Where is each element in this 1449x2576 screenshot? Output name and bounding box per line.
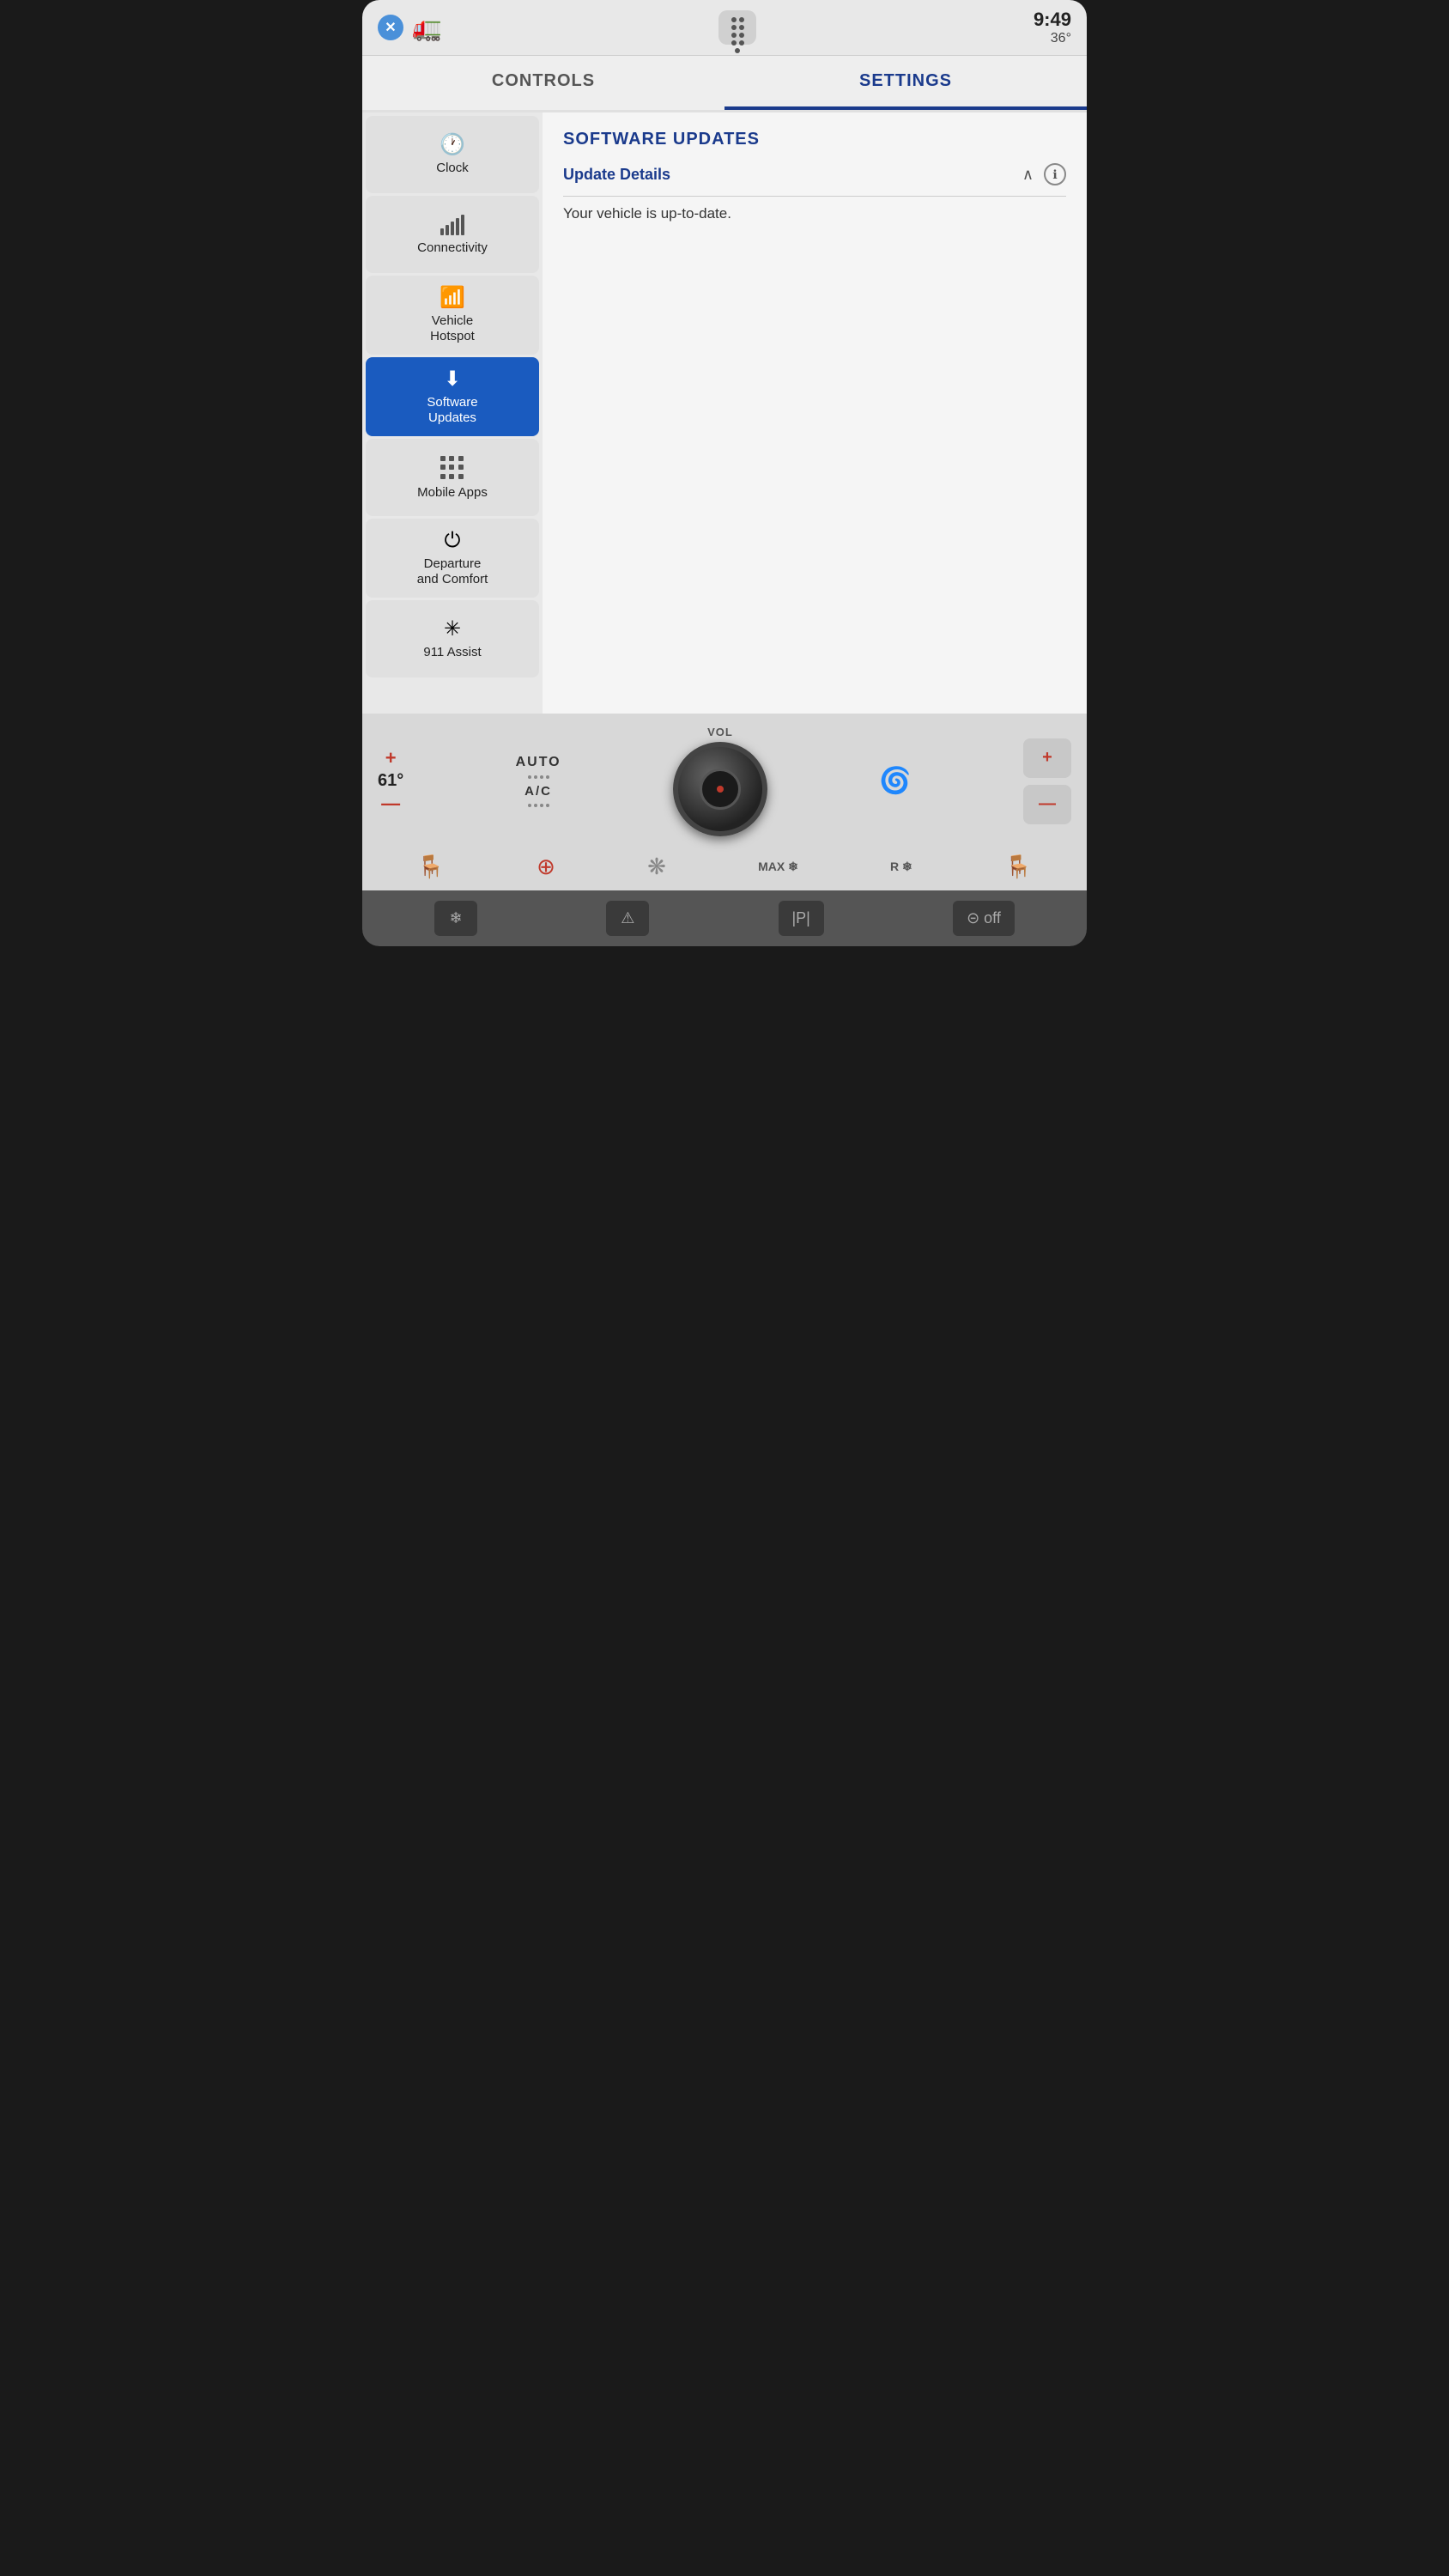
- hw-off-button[interactable]: ⊝ off: [953, 901, 1015, 936]
- dot: [739, 33, 744, 38]
- sidebar-item-label: SoftwareUpdates: [427, 395, 477, 426]
- main-content: 🕐 Clock Connectivity 📶: [362, 112, 1087, 714]
- chevron-up-icon[interactable]: ∧: [1022, 166, 1034, 184]
- content-area: SOFTWARE UPDATES Update Details ∧ ℹ Your…: [543, 112, 1087, 714]
- sidebar-item-label: 911 Assist: [423, 645, 481, 660]
- top-bar-center: [718, 10, 756, 45]
- signal-icon: [440, 215, 464, 235]
- volume-knob[interactable]: [673, 742, 767, 836]
- dot: [739, 25, 744, 30]
- sidebar-item-label: VehicleHotspot: [430, 313, 475, 344]
- auto-label: AUTO: [516, 755, 561, 770]
- dot: [735, 48, 740, 53]
- grid-icon: [440, 456, 464, 480]
- fan-icon[interactable]: ❋: [647, 854, 666, 880]
- update-details-label[interactable]: Update Details: [563, 166, 670, 184]
- right-temp-minus[interactable]: —: [1023, 785, 1071, 824]
- sidebar-item-label: Connectivity: [417, 240, 488, 256]
- dot: [731, 17, 737, 22]
- wifi-icon: 📶: [440, 288, 465, 308]
- volume-knob-inner: [700, 769, 741, 810]
- max-defrost-label[interactable]: MAX ❄: [758, 860, 798, 874]
- sidebar-item-911-assist[interactable]: ✳ 911 Assist: [366, 600, 539, 677]
- tab-settings[interactable]: SETTINGS: [724, 56, 1087, 110]
- hw-defrost-button[interactable]: ❄: [434, 901, 477, 936]
- ac-label: A/C: [524, 784, 552, 799]
- sidebar-item-departure-comfort[interactable]: ⏻ Departureand Comfort: [366, 519, 539, 598]
- sidebar-item-connectivity[interactable]: Connectivity: [366, 196, 539, 273]
- volume-knob-wrap: VOL: [673, 726, 767, 836]
- power-indicator: [717, 786, 724, 793]
- main-screen: ✕ 🚛 9:49 36° CONTROLS SETTINGS: [362, 0, 1087, 946]
- sidebar-item-mobile-apps[interactable]: Mobile Apps: [366, 439, 539, 516]
- snowflake-icon: ✳: [444, 619, 461, 640]
- bottom-controls: + 61° — AUTO A/C VOL 🌀 + —: [362, 714, 1087, 845]
- dot: [739, 17, 744, 22]
- hardware-buttons: ❄ ⚠ |P| ⊝ off: [362, 890, 1087, 946]
- info-button[interactable]: ℹ: [1044, 163, 1066, 185]
- update-status-message: Your vehicle is up-to-date.: [563, 205, 1066, 222]
- right-temp-buttons: + —: [1023, 738, 1071, 824]
- auto-ac-block: AUTO A/C: [516, 755, 561, 807]
- right-heat-control: 🌀: [879, 766, 911, 796]
- clock-display: 9:49: [1034, 9, 1071, 31]
- left-temp-control: + 61° —: [378, 749, 403, 813]
- sidebar-item-label: Departureand Comfort: [417, 556, 488, 587]
- outside-temp: 36°: [1034, 31, 1071, 46]
- top-bar-right: 9:49 36°: [1034, 9, 1071, 46]
- hw-hazard-button[interactable]: ⚠: [606, 901, 649, 936]
- sidebar-item-label: Mobile Apps: [417, 485, 488, 501]
- tab-bar: CONTROLS SETTINGS: [362, 56, 1087, 112]
- dot: [731, 33, 737, 38]
- hw-park-button[interactable]: |P|: [779, 901, 824, 936]
- apps-button[interactable]: [718, 10, 756, 45]
- close-button[interactable]: ✕: [378, 15, 403, 40]
- sidebar-item-label: Clock: [436, 161, 469, 176]
- seat-heat-icon[interactable]: 🪑: [417, 854, 445, 880]
- vehicle-icon: 🚛: [412, 14, 442, 42]
- sidebar-item-clock[interactable]: 🕐 Clock: [366, 116, 539, 193]
- left-temp-minus[interactable]: —: [381, 794, 400, 813]
- vol-label: VOL: [707, 726, 733, 738]
- update-details-icons: ∧ ℹ: [1022, 163, 1066, 185]
- sidebar: 🕐 Clock Connectivity 📶: [362, 112, 543, 714]
- clock-icon: 🕐: [440, 135, 465, 155]
- download-icon: ⬇: [444, 369, 461, 390]
- dot: [731, 25, 737, 30]
- seat-cool-icon[interactable]: 🪑: [1004, 854, 1032, 880]
- power-icon: ⏻: [445, 531, 461, 551]
- heat-icon: 🌀: [879, 766, 911, 796]
- dot: [731, 40, 737, 46]
- left-temp-value: 61°: [378, 771, 403, 791]
- tab-controls[interactable]: CONTROLS: [362, 56, 724, 110]
- rear-defrost-label[interactable]: R ❄: [890, 860, 912, 874]
- dot: [739, 40, 744, 46]
- right-temp-plus[interactable]: +: [1023, 738, 1071, 778]
- top-bar-left: ✕ 🚛: [378, 14, 442, 42]
- update-details-row: Update Details ∧ ℹ: [563, 163, 1066, 185]
- top-bar: ✕ 🚛 9:49 36°: [362, 0, 1087, 56]
- section-title: SOFTWARE UPDATES: [563, 130, 1066, 149]
- bottom-icons-row: 🪑 ⊕ ❋ MAX ❄ R ❄ 🪑: [362, 845, 1087, 890]
- steering-heat-icon[interactable]: ⊕: [537, 854, 555, 880]
- divider: [563, 196, 1066, 197]
- sidebar-item-software-updates[interactable]: ⬇ SoftwareUpdates: [366, 357, 539, 436]
- left-temp-plus[interactable]: +: [385, 749, 397, 768]
- sidebar-item-vehicle-hotspot[interactable]: 📶 VehicleHotspot: [366, 276, 539, 355]
